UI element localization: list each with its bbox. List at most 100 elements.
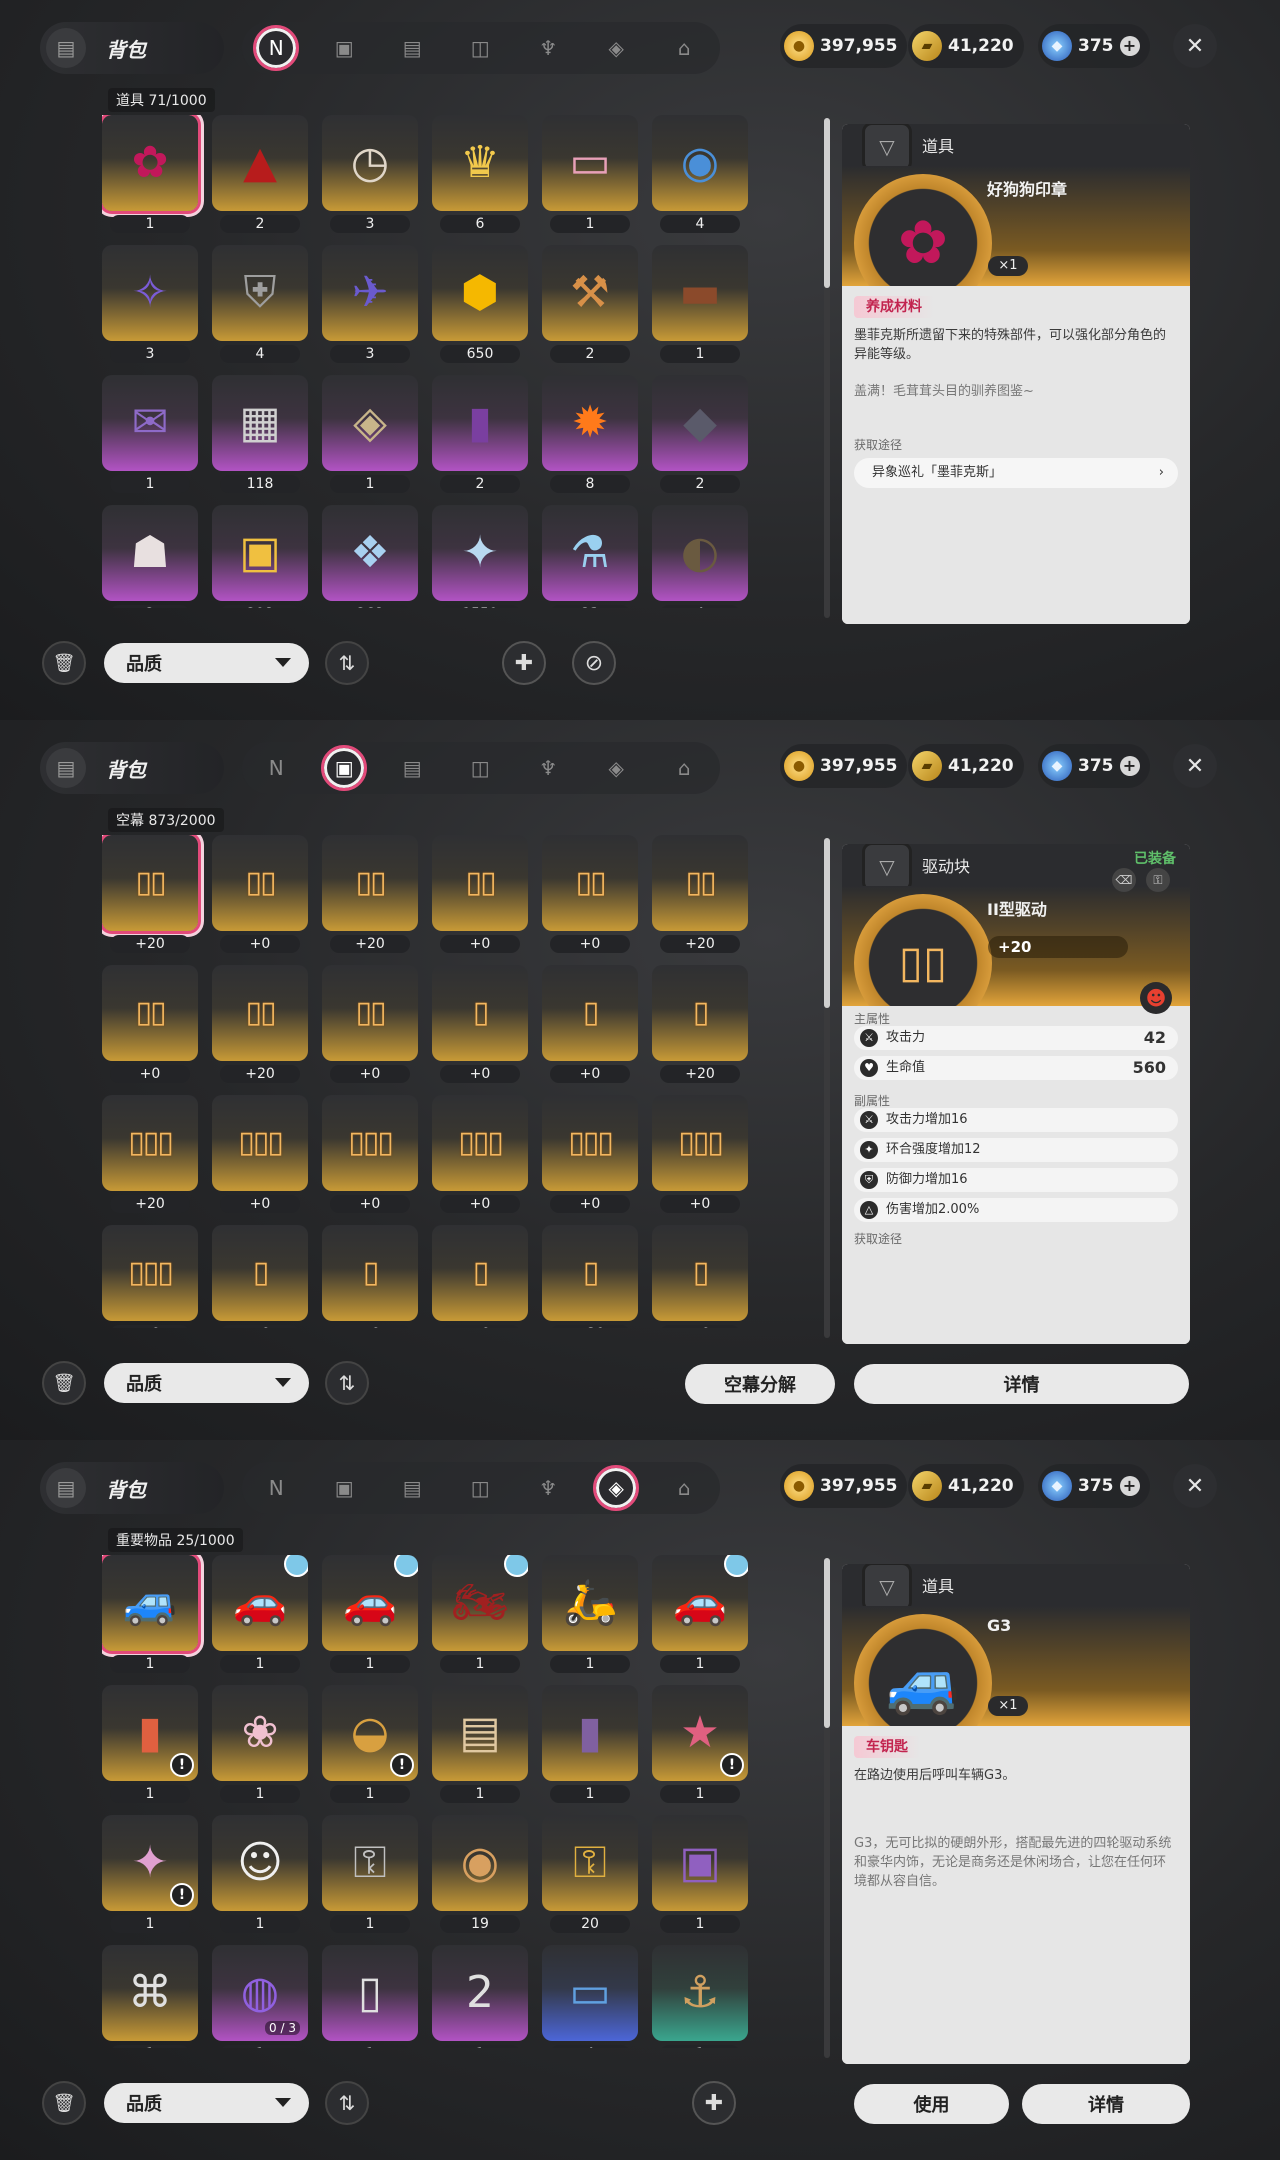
tab-category-6[interactable]: ⌂	[650, 1462, 718, 1514]
details-button[interactable]: 详情	[1022, 2084, 1190, 2124]
tab-category-6[interactable]: ⌂	[650, 22, 718, 74]
item-slot[interactable]: ▣ 208	[212, 505, 308, 608]
tab-category-3[interactable]: ◫	[446, 742, 514, 794]
item-slot[interactable]: ⌘1	[102, 1945, 198, 2048]
item-slot[interactable]: 🚗 1	[652, 1555, 748, 1677]
item-slot[interactable]: ✦! 1	[102, 1815, 198, 1937]
tab-category-6[interactable]: ⌂	[650, 742, 718, 794]
item-slot[interactable]: ★! 1	[652, 1685, 748, 1807]
item-slot[interactable]: ▯▯▯ +0	[322, 1095, 418, 1217]
item-slot[interactable]: ▭4	[542, 1945, 638, 2048]
item-slot[interactable]: ✈ 3	[322, 245, 418, 367]
item-slot[interactable]: ▯▯▯ +0	[542, 1095, 638, 1217]
item-slot[interactable]: ▯▯▯ +0	[102, 1225, 198, 1328]
add-gem-button[interactable]: +	[1119, 36, 1140, 56]
tab-category-1[interactable]: ▣	[310, 22, 378, 74]
item-slot[interactable]: ◉ 4	[652, 115, 748, 237]
item-slot[interactable]: ✧ 3	[102, 245, 198, 367]
item-slot[interactable]: ⚗ 23	[542, 505, 638, 608]
tab-category-3[interactable]: ◫	[446, 1462, 514, 1514]
item-slot[interactable]: ▯▯ +0	[432, 835, 528, 957]
item-slot[interactable]: ▣ 1	[652, 1815, 748, 1937]
tab-category-2[interactable]: ▤	[378, 22, 446, 74]
item-slot[interactable]: ▯▯ +0	[212, 835, 308, 957]
item-slot[interactable]: ▯1	[322, 1945, 418, 2048]
details-button[interactable]: 详情	[854, 1364, 1189, 1404]
item-slot[interactable]: ◐4	[652, 505, 748, 608]
item-slot[interactable]: ⚓1	[652, 1945, 748, 2048]
decompose-button[interactable]: 空幕分解	[685, 1364, 835, 1404]
add-gem-button[interactable]: +	[1119, 1476, 1140, 1496]
item-slot[interactable]: ▯▯ +20	[322, 835, 418, 957]
backpack-button[interactable]: ▤ 背包	[40, 1462, 225, 1514]
item-slot[interactable]: ⛨ 4	[212, 245, 308, 367]
item-slot[interactable]: ▯ +0	[322, 1225, 418, 1328]
item-slot[interactable]: 🛵 1	[542, 1555, 638, 1677]
item-slot[interactable]: ▯ +0	[212, 1225, 308, 1328]
item-slot[interactable]: ▯▯ +20	[212, 965, 308, 1087]
backpack-button[interactable]: ▤ 背包	[40, 22, 225, 74]
item-slot[interactable]: ▭ 1	[542, 115, 638, 237]
item-slot[interactable]: ☺ 1	[212, 1815, 308, 1937]
item-slot[interactable]: ▦ 118	[212, 375, 308, 497]
scroll-thumb[interactable]	[824, 838, 830, 1008]
scroll-thumb[interactable]	[824, 118, 830, 288]
add-gem-button[interactable]: +	[1119, 756, 1140, 776]
item-slot[interactable]: ✿ 1	[102, 115, 198, 237]
item-slot[interactable]: ❀ 1	[212, 1685, 308, 1807]
close-button[interactable]: ✕	[1173, 1464, 1217, 1508]
item-slot[interactable]: ▯▯ +20	[652, 835, 748, 957]
tab-category-4[interactable]: ♆	[514, 742, 582, 794]
source-link[interactable]: 异象巡礼「墨菲克斯」 ›	[854, 458, 1178, 488]
sort-order-icon[interactable]: ⇅	[325, 641, 369, 685]
item-slot[interactable]: ✦ 1550	[432, 505, 528, 608]
item-slot[interactable]: ▮ 1	[542, 1685, 638, 1807]
item-slot[interactable]: ✹ 8	[542, 375, 638, 497]
item-slot[interactable]: ▯ +20	[542, 1225, 638, 1328]
filter-off-button[interactable]: ⊘	[572, 641, 616, 685]
use-button[interactable]: 使用	[854, 2084, 1009, 2124]
item-slot[interactable]: ▯ +0	[432, 965, 528, 1087]
item-slot[interactable]: ⚿ 20	[542, 1815, 638, 1937]
tab-category-2[interactable]: ▤	[378, 1462, 446, 1514]
item-slot[interactable]: ⬢ 650	[432, 245, 528, 367]
tab-category-2[interactable]: ▤	[378, 742, 446, 794]
tab-category-0[interactable]: N	[242, 1462, 310, 1514]
item-slot[interactable]: ▮! 1	[102, 1685, 198, 1807]
item-slot[interactable]: ▯▯▯ +0	[212, 1095, 308, 1217]
grid-scrollbar[interactable]	[824, 118, 830, 618]
sort-order-icon[interactable]: ⇅	[325, 1361, 369, 1405]
item-slot[interactable]: ◈ 1	[322, 375, 418, 497]
item-slot[interactable]: 🏍 1	[432, 1555, 528, 1677]
item-slot[interactable]: ▯▯ +20	[102, 835, 198, 957]
item-slot[interactable]: ▯ +0	[542, 965, 638, 1087]
item-slot[interactable]: 🚗 1	[322, 1555, 418, 1677]
item-slot[interactable]: ▯▯ +0	[542, 835, 638, 957]
item-slot[interactable]: ▯▯▯ +0	[432, 1095, 528, 1217]
item-slot[interactable]: ◍ 0 / 3 1	[212, 1945, 308, 2048]
item-slot[interactable]: ▯▯▯ +20	[102, 1095, 198, 1217]
item-slot[interactable]: ▲ 2	[212, 115, 308, 237]
item-slot[interactable]: ❖ 268	[322, 505, 418, 608]
sort-dropdown[interactable]: 品质	[104, 2083, 309, 2123]
close-button[interactable]: ✕	[1173, 24, 1217, 68]
item-slot[interactable]: ◷ 3	[322, 115, 418, 237]
tab-category-4[interactable]: ♆	[514, 22, 582, 74]
sort-dropdown[interactable]: 品质	[104, 1363, 309, 1403]
item-slot[interactable]: 🚙 1	[102, 1555, 198, 1677]
sort-dropdown[interactable]: 品质	[104, 643, 309, 683]
item-slot[interactable]: ◒! 1	[322, 1685, 418, 1807]
crosshair-button[interactable]: ✚	[502, 641, 546, 685]
item-slot[interactable]: ▯ +20	[652, 965, 748, 1087]
item-slot[interactable]: ▯ +0	[432, 1225, 528, 1328]
item-slot[interactable]: ☗2	[102, 505, 198, 608]
tab-category-5[interactable]: ◈	[582, 1462, 650, 1514]
item-slot[interactable]: ◆ 2	[652, 375, 748, 497]
item-slot[interactable]: ▤ 1	[432, 1685, 528, 1807]
tab-category-3[interactable]: ◫	[446, 22, 514, 74]
item-slot[interactable]: ▯▯ +0	[322, 965, 418, 1087]
discard-icon[interactable]: ⌫	[1112, 868, 1136, 892]
item-slot[interactable]: ⚒ 2	[542, 245, 638, 367]
scroll-thumb[interactable]	[824, 1558, 830, 1728]
tab-category-1[interactable]: ▣	[310, 742, 378, 794]
